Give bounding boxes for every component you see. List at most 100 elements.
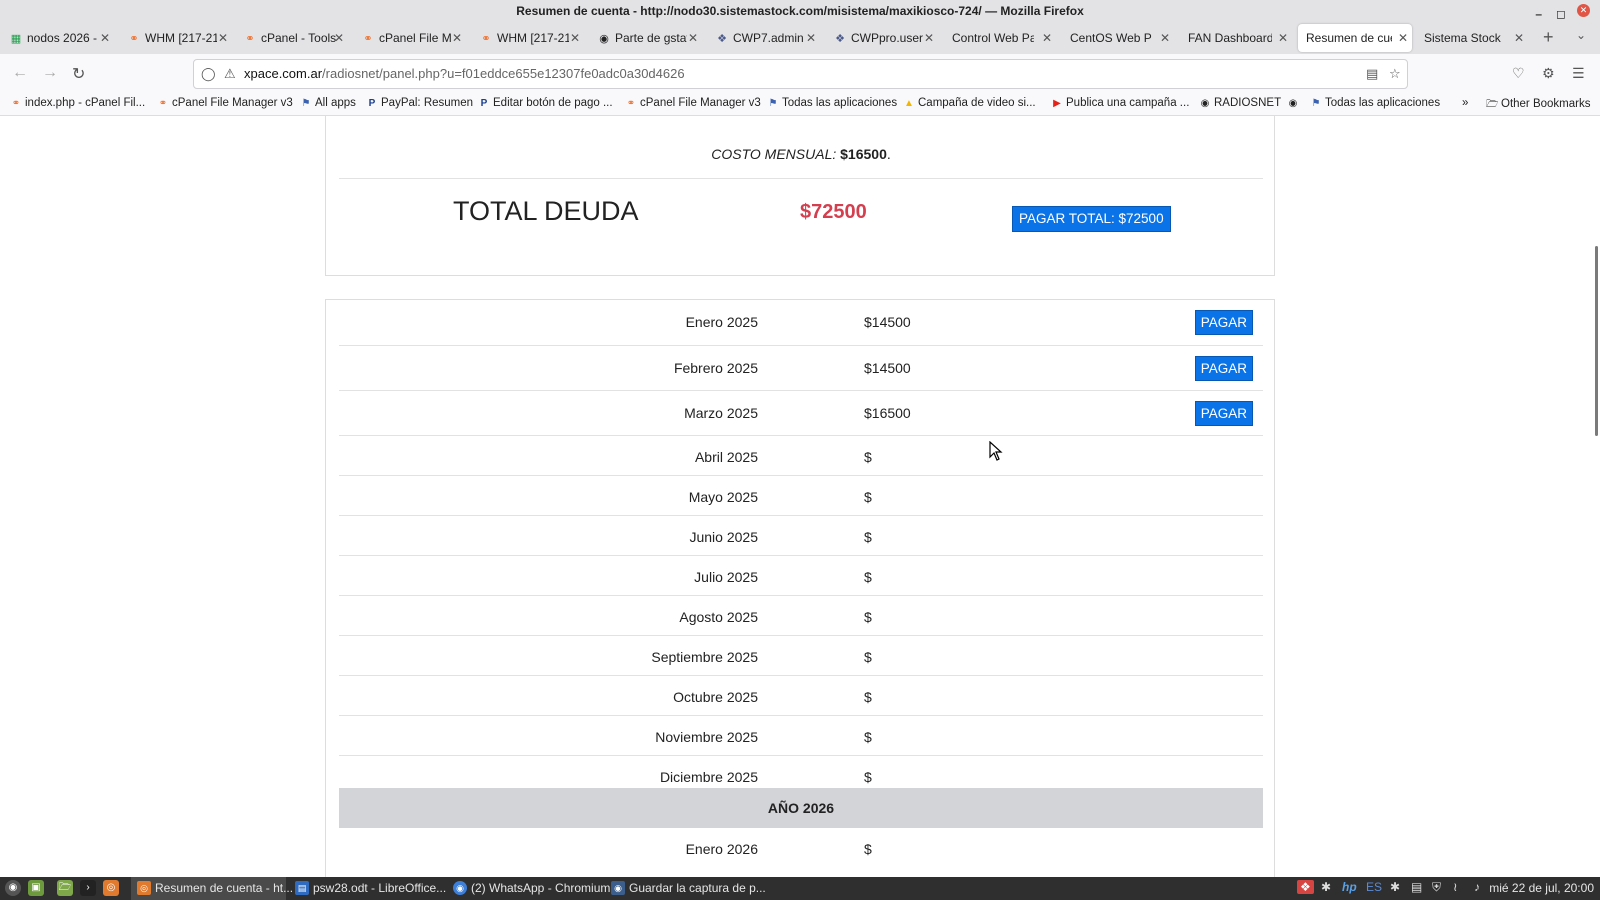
close-tab-icon[interactable]: ✕ bbox=[1398, 24, 1408, 52]
taskbar-item-writer[interactable]: ▤ psw28.odt - LibreOffice... bbox=[289, 877, 446, 900]
close-tab-icon[interactable]: ✕ bbox=[570, 24, 580, 52]
pay-total-button[interactable]: PAGAR TOTAL: $72500 bbox=[1012, 206, 1171, 232]
total-debt-value: $72500 bbox=[800, 201, 867, 223]
shield-icon[interactable]: ⛨ bbox=[1432, 880, 1441, 895]
close-tab-icon[interactable]: ✕ bbox=[806, 24, 816, 52]
tab-control-web-panel[interactable]: Control Web Pan✕ bbox=[944, 24, 1056, 52]
bookmark-item[interactable]: ⚭ index.php - cPanel Fil... bbox=[10, 97, 145, 109]
firefox-launcher-icon[interactable]: ◎ bbox=[103, 880, 119, 896]
paypal-icon: P bbox=[480, 98, 488, 109]
month-amount: $ bbox=[864, 449, 872, 465]
year-header: AÑO 2026 bbox=[339, 788, 1263, 828]
reader-view-icon[interactable]: ▤ bbox=[1366, 60, 1378, 88]
show-desktop-icon[interactable]: ▣ bbox=[28, 880, 44, 896]
table-row: Marzo 2025 $16500 PAGAR bbox=[339, 391, 1263, 436]
month-amount: $ bbox=[864, 649, 872, 665]
month-label: Julio 2025 bbox=[694, 569, 758, 585]
tab-nodos[interactable]: ▦ nodos 2026 - ✕ bbox=[2, 24, 114, 52]
new-tab-icon[interactable]: + bbox=[1543, 27, 1554, 48]
table-row: Junio 2025 $ bbox=[339, 516, 1263, 556]
bookmark-item[interactable]: ⚑ Todas las aplicaciones bbox=[1310, 97, 1441, 109]
tab-cpanel-tools[interactable]: ⚭ cPanel - Tools ✕ bbox=[236, 24, 348, 52]
bookmark-item[interactable]: P Editar botón de pago ... bbox=[478, 97, 613, 109]
bookmark-item[interactable]: ⚑ Todas las aplicaciones bbox=[767, 97, 898, 109]
bookmark-item[interactable]: ⚭ cPanel File Manager v3 bbox=[157, 97, 293, 109]
close-tab-icon[interactable]: ✕ bbox=[1514, 24, 1524, 52]
terminal-icon[interactable]: › bbox=[80, 880, 96, 896]
close-tab-icon[interactable]: ✕ bbox=[1160, 24, 1170, 52]
pay-button[interactable]: PAGAR bbox=[1194, 401, 1253, 426]
file-manager-icon[interactable]: 🗁 bbox=[57, 880, 73, 896]
keyboard-language[interactable]: ES bbox=[1366, 880, 1382, 894]
bookmark-item[interactable]: ◉ RADIOSNET bbox=[1199, 97, 1281, 109]
tab-whm-2[interactable]: ⚭ WHM [217-21 ✕ bbox=[472, 24, 584, 52]
tab-list-chevron-icon[interactable]: ⌄ bbox=[1576, 28, 1586, 42]
globe-icon: ◉ bbox=[599, 33, 609, 45]
bookmark-item[interactable]: ◉ bbox=[1287, 97, 1302, 109]
close-tab-icon[interactable]: ✕ bbox=[218, 24, 228, 52]
other-bookmarks[interactable]: 🗁 Other Bookmarks bbox=[1486, 97, 1590, 114]
table-row: Enero 2026 $ bbox=[339, 828, 1263, 868]
insecure-lock-icon[interactable]: ⚠ bbox=[224, 60, 236, 88]
taskbar-item-screenshot[interactable]: ◉ Guardar la captura de p... bbox=[605, 877, 766, 900]
writer-icon: ▤ bbox=[295, 881, 309, 895]
hp-icon[interactable]: hp bbox=[1342, 880, 1357, 894]
sheets-icon: ▦ bbox=[10, 33, 22, 45]
bookmark-item[interactable]: ▶ Publica una campaña ... bbox=[1051, 97, 1189, 109]
close-tab-icon[interactable]: ✕ bbox=[924, 24, 934, 52]
close-tab-icon[interactable]: ✕ bbox=[100, 24, 110, 52]
tab-parte-gstat[interactable]: ◉ Parte de gstat ✕ bbox=[590, 24, 702, 52]
tab-cwppro-user[interactable]: ❖ CWPpro.user ✕ bbox=[826, 24, 938, 52]
taskbar-item-chromium[interactable]: ◉ (2) WhatsApp - Chromium bbox=[447, 877, 610, 900]
table-row: Abril 2025 $ bbox=[339, 436, 1263, 476]
tab-cwp7-admin[interactable]: ❖ CWP7.admin | ✕ bbox=[708, 24, 820, 52]
tab-fan-dashboard[interactable]: FAN Dashboard ✕ bbox=[1180, 24, 1292, 52]
bluetooth-icon[interactable]: ✱ bbox=[1321, 880, 1331, 894]
close-tab-icon[interactable]: ✕ bbox=[1278, 24, 1288, 52]
table-row: Mayo 2025 $ bbox=[339, 476, 1263, 516]
close-tab-icon[interactable]: ✕ bbox=[1042, 24, 1052, 52]
wifi-icon[interactable]: ≀ bbox=[1453, 880, 1458, 894]
pay-button[interactable]: PAGAR bbox=[1194, 356, 1253, 381]
menu-icon[interactable]: ☰ bbox=[1572, 65, 1585, 82]
bookmark-item[interactable]: P PayPal: Resumen bbox=[366, 97, 473, 109]
url-bar[interactable]: ◯ ⚠ xpace.com.ar/radiosnet/panel.php?u=f… bbox=[193, 59, 1408, 89]
tab-sistema-stock[interactable]: Sistema Stock ✕ bbox=[1416, 24, 1528, 52]
bookmark-item[interactable]: ⚭ cPanel File Manager v3 bbox=[625, 97, 761, 109]
pay-button[interactable]: PAGAR bbox=[1194, 310, 1253, 335]
tab-whm-1[interactable]: ⚭ WHM [217-21 ✕ bbox=[120, 24, 232, 52]
bluetooth-icon[interactable]: ✱ bbox=[1390, 880, 1400, 894]
month-label: Enero 2026 bbox=[685, 841, 758, 857]
bookmark-item[interactable]: ▲ Campaña de video si... bbox=[903, 97, 1036, 109]
menu-launcher-icon[interactable]: ◉ bbox=[5, 880, 21, 896]
close-tab-icon[interactable]: ✕ bbox=[688, 24, 698, 52]
clipboard-icon[interactable]: ▤ bbox=[1411, 880, 1422, 894]
shield-icon[interactable]: ◯ bbox=[201, 60, 216, 88]
bookmark-star-icon[interactable]: ☆ bbox=[1389, 60, 1401, 88]
total-debt-label: TOTAL DEUDA bbox=[453, 196, 639, 226]
clock[interactable]: mié 22 de jul, 20:00 bbox=[1489, 877, 1594, 900]
close-window-icon[interactable]: ✕ bbox=[1577, 4, 1590, 17]
navigation-bar: ← → ↻ ◯ ⚠ xpace.com.ar/radiosnet/panel.p… bbox=[0, 54, 1600, 94]
tab-centos-web-panel[interactable]: CentOS Web Pan✕ bbox=[1062, 24, 1174, 52]
tab-resumen-cuenta[interactable]: Resumen de cuen✕ bbox=[1298, 24, 1412, 52]
pocket-icon[interactable]: ♡ bbox=[1512, 65, 1525, 82]
bookmarks-overflow-icon[interactable]: » bbox=[1462, 97, 1468, 109]
tab-cpanel-file[interactable]: ⚭ cPanel File M ✕ bbox=[354, 24, 466, 52]
cpanel-icon: ⚭ bbox=[129, 33, 139, 45]
volume-icon[interactable]: ♪ bbox=[1474, 880, 1480, 894]
back-arrow-icon[interactable]: ← bbox=[12, 64, 28, 82]
anydesk-icon[interactable]: ❖ bbox=[1297, 880, 1314, 894]
cpanel-icon: ⚭ bbox=[626, 98, 636, 109]
taskbar-item-firefox[interactable]: ◎ Resumen de cuenta - ht... bbox=[131, 877, 293, 900]
close-tab-icon[interactable]: ✕ bbox=[334, 24, 344, 52]
bookmark-item[interactable]: ⚑ All apps bbox=[300, 97, 356, 109]
monthly-payments-card: Enero 2025 $14500 PAGAR Febrero 2025 $14… bbox=[325, 299, 1275, 877]
reload-icon[interactable]: ↻ bbox=[72, 64, 85, 84]
page-scrollbar[interactable] bbox=[1595, 246, 1598, 436]
month-amount: $14500 bbox=[864, 314, 911, 330]
close-tab-icon[interactable]: ✕ bbox=[452, 24, 462, 52]
forward-arrow-icon[interactable]: → bbox=[42, 64, 58, 82]
extensions-icon[interactable]: ⚙ bbox=[1542, 65, 1555, 82]
url-path: /radiosnet/panel.php?u=f01eddce655e12307… bbox=[322, 66, 685, 81]
